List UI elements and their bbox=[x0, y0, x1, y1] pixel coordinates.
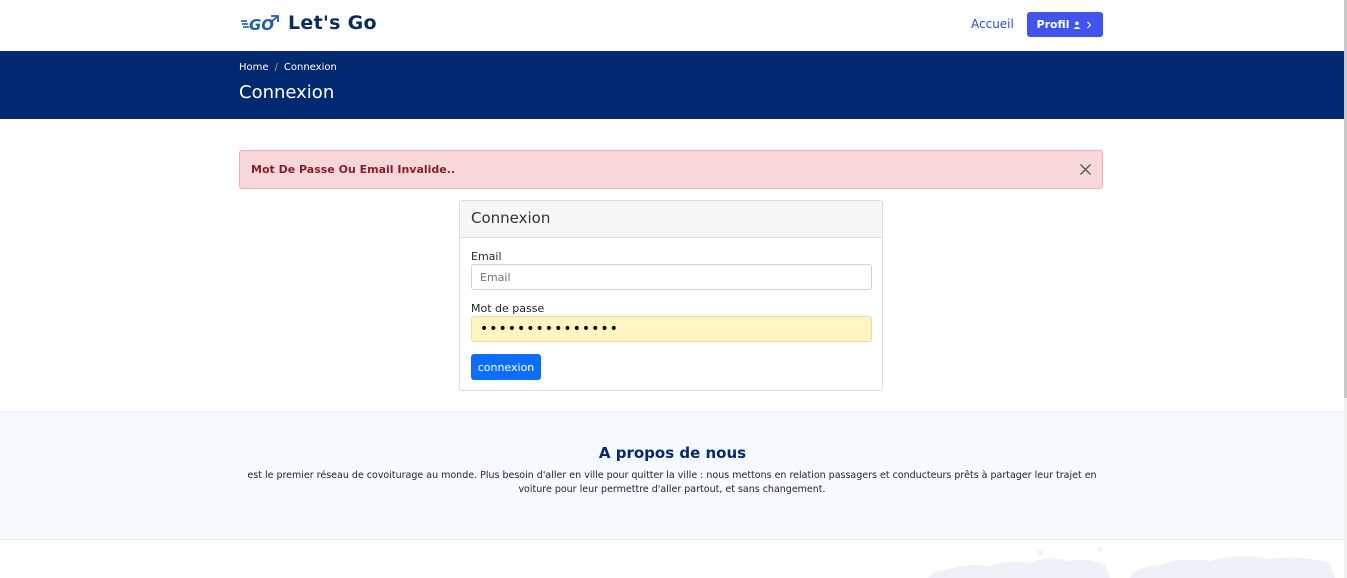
profile-button-label: Profil bbox=[1036, 18, 1070, 31]
logo-icon: GO bbox=[241, 15, 279, 34]
page-title: Connexion bbox=[239, 82, 335, 103]
chevron-right-icon bbox=[1087, 21, 1092, 28]
svg-text:GO: GO bbox=[249, 16, 274, 34]
page-banner: Home / Connexion Connexion bbox=[0, 51, 1345, 119]
nav-home-link[interactable]: Accueil bbox=[971, 17, 1014, 31]
about-text: est le premier réseau de covoiturage au … bbox=[247, 470, 1097, 495]
email-field[interactable]: Email bbox=[471, 264, 872, 290]
profile-button[interactable]: Profil bbox=[1027, 12, 1103, 37]
breadcrumb-current: Connexion bbox=[283, 62, 337, 73]
site-logo[interactable]: GO Let's Go bbox=[240, 11, 377, 35]
card-header: Connexion bbox=[460, 201, 882, 238]
breadcrumb-home[interactable]: Home bbox=[239, 62, 269, 73]
close-icon[interactable] bbox=[1079, 163, 1092, 176]
alert-message: Mot De Passe Ou Email Invalide.. bbox=[251, 163, 456, 176]
site-header: GO Let's Go Accueil Profil bbox=[0, 0, 1345, 51]
card-title: Connexion bbox=[471, 209, 551, 227]
password-field[interactable]: ••••••••••••••• bbox=[471, 316, 872, 342]
world-map-decoration bbox=[928, 546, 1335, 578]
logo-text: Let's Go bbox=[288, 12, 377, 34]
login-card: Connexion Email Email Mot de passe •••••… bbox=[459, 200, 883, 391]
footer bbox=[0, 541, 1345, 578]
email-label: Email bbox=[471, 250, 502, 263]
user-icon bbox=[1073, 21, 1081, 29]
breadcrumb: Home / Connexion bbox=[239, 62, 337, 73]
password-label: Mot de passe bbox=[471, 302, 545, 315]
error-alert: Mot De Passe Ou Email Invalide.. bbox=[239, 150, 1103, 189]
breadcrumb-separator: / bbox=[274, 62, 278, 73]
about-title: A propos de nous bbox=[598, 444, 747, 462]
about-section: A propos de nous est le premier réseau d… bbox=[0, 411, 1345, 540]
page: GO Let's Go Accueil Profil Home / Connex… bbox=[0, 0, 1347, 578]
login-submit-button[interactable]: connexion bbox=[471, 354, 541, 380]
